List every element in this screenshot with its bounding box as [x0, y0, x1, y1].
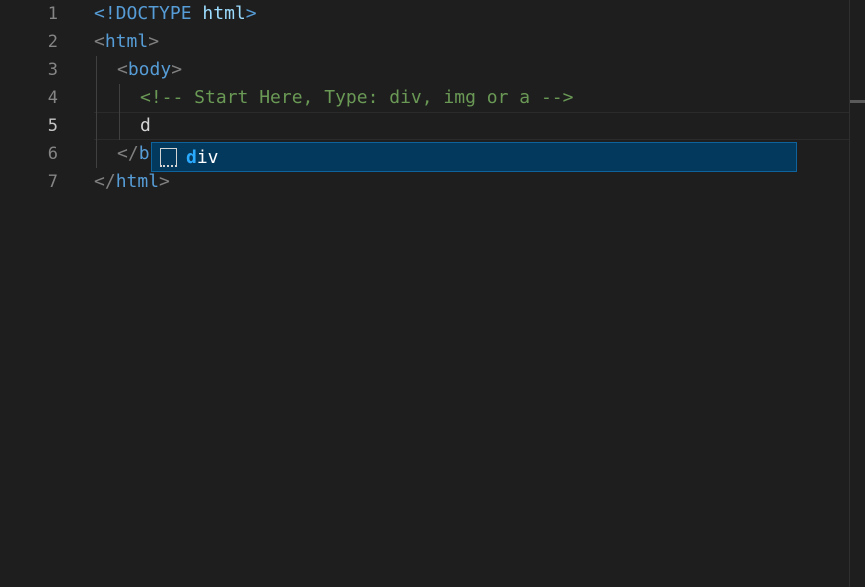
current-line-highlight [94, 112, 850, 140]
html-close-tag: html [115, 171, 160, 192]
code-line-4[interactable]: <!-- Start Here, Type: div, img or a --> [140, 84, 573, 112]
autocomplete-widget: div [151, 142, 797, 172]
code-line-7[interactable]: </html> [94, 168, 170, 196]
doctype-open: <!DOCTYPE [94, 3, 192, 24]
line-number: 7 [47, 172, 58, 192]
code-line-1[interactable]: <!DOCTYPE html> [94, 0, 257, 28]
line-number: 1 [47, 4, 58, 24]
code-line-3[interactable]: <body> [117, 56, 182, 84]
autocomplete-item-div[interactable]: div [151, 142, 797, 172]
indent-guide [119, 84, 120, 140]
line-number: 3 [47, 60, 58, 80]
line-number: 6 [47, 144, 58, 164]
indent-guide [96, 56, 97, 168]
scrollbar-cursor-marker [850, 100, 865, 103]
line-number: 4 [47, 88, 58, 108]
line-number: 2 [47, 32, 58, 52]
doctype-html: html [202, 3, 246, 24]
autocomplete-label: div [186, 146, 219, 168]
typed-text: d [140, 115, 151, 136]
doctype-close: > [245, 3, 257, 24]
line-number-active: 5 [47, 116, 58, 136]
vertical-scrollbar[interactable] [849, 0, 865, 587]
snippet-icon [160, 147, 177, 167]
code-line-6[interactable]: </b [117, 140, 150, 168]
body-close-tag-partial: b [138, 143, 150, 164]
code-line-5[interactable]: d [140, 112, 151, 140]
body-open-tag: body [127, 59, 172, 80]
instruction-comment: <!-- Start Here, Type: div, img or a --> [140, 87, 574, 108]
line-number-gutter: 1 2 3 4 5 6 7 [0, 0, 70, 587]
code-editor[interactable]: 1 2 3 4 5 6 7 <!DOCTYPE html> <html> <bo… [0, 0, 865, 587]
code-line-2[interactable]: <html> [94, 28, 159, 56]
html-open-tag: html [104, 31, 149, 52]
